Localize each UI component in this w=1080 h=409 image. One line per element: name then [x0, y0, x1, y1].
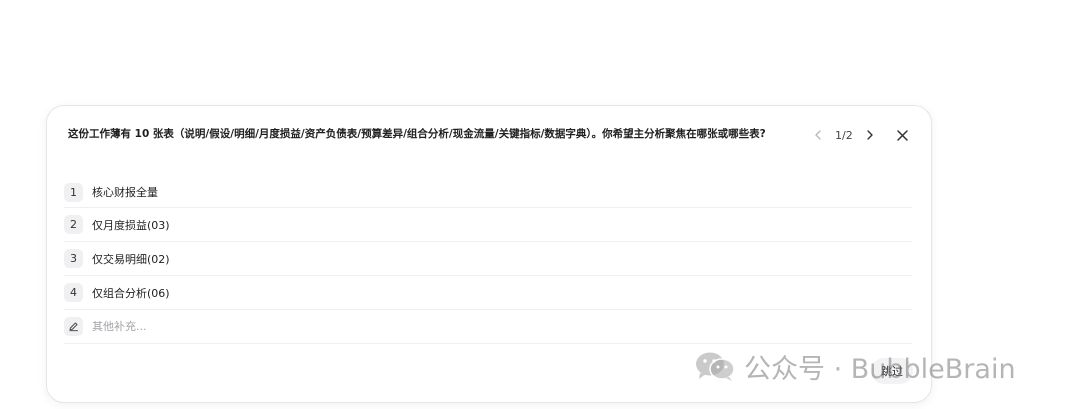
option-label: 仅组合分析(06) [92, 286, 170, 300]
close-icon [896, 129, 908, 141]
prev-page-button[interactable] [811, 126, 825, 144]
option-item[interactable]: 1 核心财报全量 [64, 177, 912, 208]
option-number: 1 [64, 182, 83, 202]
option-item[interactable]: 2 仅月度损益(03) [64, 208, 912, 242]
option-label: 仅月度损益(03) [92, 218, 170, 232]
option-label: 核心财报全量 [92, 186, 158, 199]
question-text: 这份工作薄有 10 张表（说明/假设/明细/月度损益/资产负债表/预算差异/组合… [68, 128, 766, 140]
option-item[interactable]: 3 仅交易明细(02) [64, 242, 912, 276]
next-page-button[interactable] [863, 126, 877, 144]
other-row [64, 310, 912, 344]
question-card: 这份工作薄有 10 张表（说明/假设/明细/月度损益/资产负债表/预算差异/组合… [46, 105, 932, 403]
page: 这份工作薄有 10 张表（说明/假设/明细/月度损益/资产负债表/预算差异/组合… [0, 0, 1080, 409]
other-input[interactable] [92, 320, 792, 333]
option-number: 2 [64, 215, 83, 234]
skip-button[interactable]: 跳过 [871, 358, 913, 384]
chevron-left-icon [815, 130, 821, 140]
option-item[interactable]: 4 仅组合分析(06) [64, 276, 912, 310]
chevron-right-icon [867, 130, 873, 140]
pencil-icon [64, 317, 83, 336]
option-label: 仅交易明细(02) [92, 252, 170, 266]
close-button[interactable] [893, 126, 911, 144]
option-number: 3 [64, 249, 83, 268]
option-number: 4 [64, 283, 83, 302]
options-list: 1 核心财报全量 2 仅月度损益(03) 3 仅交易明细(02) 4 仅组合分析… [64, 177, 912, 344]
pager: 1/2 [811, 126, 877, 144]
page-indicator: 1/2 [835, 128, 853, 142]
